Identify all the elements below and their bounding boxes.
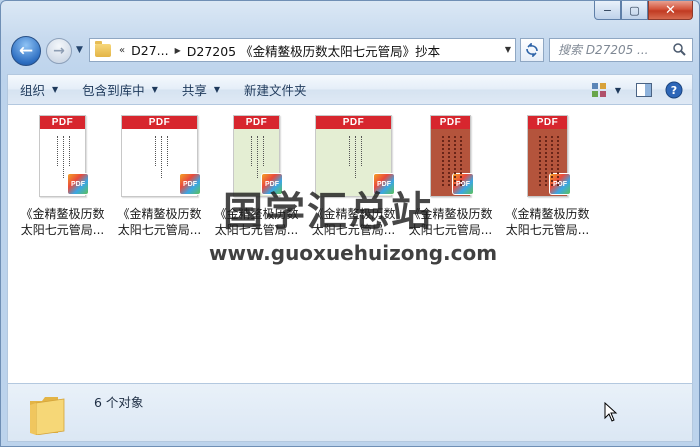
refresh-icon [526,43,538,57]
organize-menu[interactable]: 组织 ▼ [8,75,70,104]
breadcrumb-current[interactable]: D27205 《金精鳌极历数太阳七元管局》抄本 [187,41,440,60]
script-column [62,136,64,178]
pdf-thumbnail: PDF PDF [430,113,474,197]
refresh-button[interactable] [520,38,544,62]
folder-icon [30,397,65,435]
view-grid-icon [592,83,606,97]
script-column [441,136,444,186]
script-column [447,136,450,186]
pdf-thumbnail: PDF PDF [39,113,89,197]
preview-pane-button[interactable] [634,80,654,100]
pdf-band: PDF [316,116,391,129]
script-column [56,136,58,166]
script-column [361,136,363,166]
chevron-down-icon: ▼ [52,85,59,94]
pdf-band: PDF [528,116,567,129]
script-column [355,136,357,178]
script-column [68,136,70,166]
pdf-thumbnail: PDF PDF [527,113,571,197]
address-bar[interactable]: « D27... ▶ D27205 《金精鳌极历数太阳七元管局》抄本 ▼ [89,38,516,62]
navigation-bar: ← → ▼ « D27... ▶ D27205 《金精鳌极历数太阳七元管局》抄本… [9,35,693,67]
include-in-library-menu[interactable]: 包含到库中 ▼ [70,75,170,104]
script-column [155,136,157,166]
file-name: 《金精鳌极历数 太阳七元管局... [20,207,105,237]
details-pane: 6 个对象 [7,383,693,442]
file-name: 《金精鳌极历数 太阳七元管局... [117,207,202,237]
share-menu[interactable]: 共享 ▼ [170,75,232,104]
file-item[interactable]: PDF PDF 《金精鳌极历数 太阳七元管局... [14,113,111,238]
file-name: 《金精鳌极历数 太阳七元管局... [505,207,590,237]
svg-text:?: ? [671,84,677,97]
script-column [459,136,462,186]
share-label: 共享 [181,83,207,98]
maximize-button[interactable]: ▢ [621,1,648,20]
breadcrumb-parent[interactable]: D27... [131,43,168,58]
caption-buttons: − ▢ ✕ [594,1,693,20]
help-icon: ? [665,81,683,99]
minimize-button[interactable]: − [594,1,621,20]
search-field[interactable] [549,38,693,62]
item-count: 6 个对象 [94,395,144,410]
forward-button[interactable]: → [46,38,72,64]
address-history-dropdown[interactable]: ▼ [505,45,511,54]
file-item[interactable]: PDF PDF 《金精鳌极历数 太阳七元管局... [499,113,596,238]
chevron-down-icon: ▼ [213,85,221,94]
script-column [250,136,252,166]
new-folder-button[interactable]: 新建文件夹 [232,75,319,104]
new-folder-label: 新建文件夹 [244,83,307,98]
watermark-url: www.guoxuehuizong.com [209,241,498,265]
mouse-cursor-icon [604,402,618,422]
pdf-band: PDF [122,116,197,129]
script-column [453,136,456,186]
pdf-thumbnail: PDF PDF [121,113,201,197]
chevron-down-icon: ▼ [151,85,158,94]
arrow-left-icon: ← [18,41,34,61]
script-column [556,136,559,186]
organize-label: 组织 [20,83,46,98]
toolbar-right: ▼ ? [580,80,684,100]
pdf-reader-icon: PDF [179,173,201,195]
view-options-button[interactable] [590,80,610,100]
search-input[interactable] [558,43,676,57]
search-icon[interactable] [672,42,686,56]
help-button[interactable]: ? [664,80,684,100]
file-item[interactable]: PDF PDF 《金精鳌极历数 太阳七元管局... [111,113,208,238]
pdf-band: PDF [40,116,85,129]
explorer-window: − ▢ ✕ ← → ▼ « D27... ▶ D27205 《金精鳌极历数太阳七… [0,0,700,447]
pdf-reader-icon: PDF [67,173,89,195]
recent-pages-dropdown[interactable]: ▼ [76,45,83,55]
watermark-title: 国学汇总站 [223,189,433,235]
back-button[interactable]: ← [11,36,41,66]
command-bar: 组织 ▼ 包含到库中 ▼ 共享 ▼ 新建文件夹 ▼ ? [7,74,693,105]
script-column [544,136,547,186]
script-column [538,136,541,186]
script-column [349,136,351,166]
include-in-library-label: 包含到库中 [82,83,145,98]
script-column [256,136,258,178]
close-button[interactable]: ✕ [648,1,693,20]
script-column [550,136,553,186]
arrow-right-icon: → [53,43,65,59]
pdf-band: PDF [234,116,279,129]
preview-pane-icon [636,83,652,97]
folder-icon [95,40,111,57]
chevron-right-icon[interactable]: ▶ [175,46,181,55]
script-column [167,136,169,166]
script-column [262,136,264,166]
script-column [161,136,163,178]
view-dropdown[interactable]: ▼ [612,80,624,100]
breadcrumb-overflow[interactable]: « [119,45,125,56]
pdf-band: PDF [431,116,470,129]
